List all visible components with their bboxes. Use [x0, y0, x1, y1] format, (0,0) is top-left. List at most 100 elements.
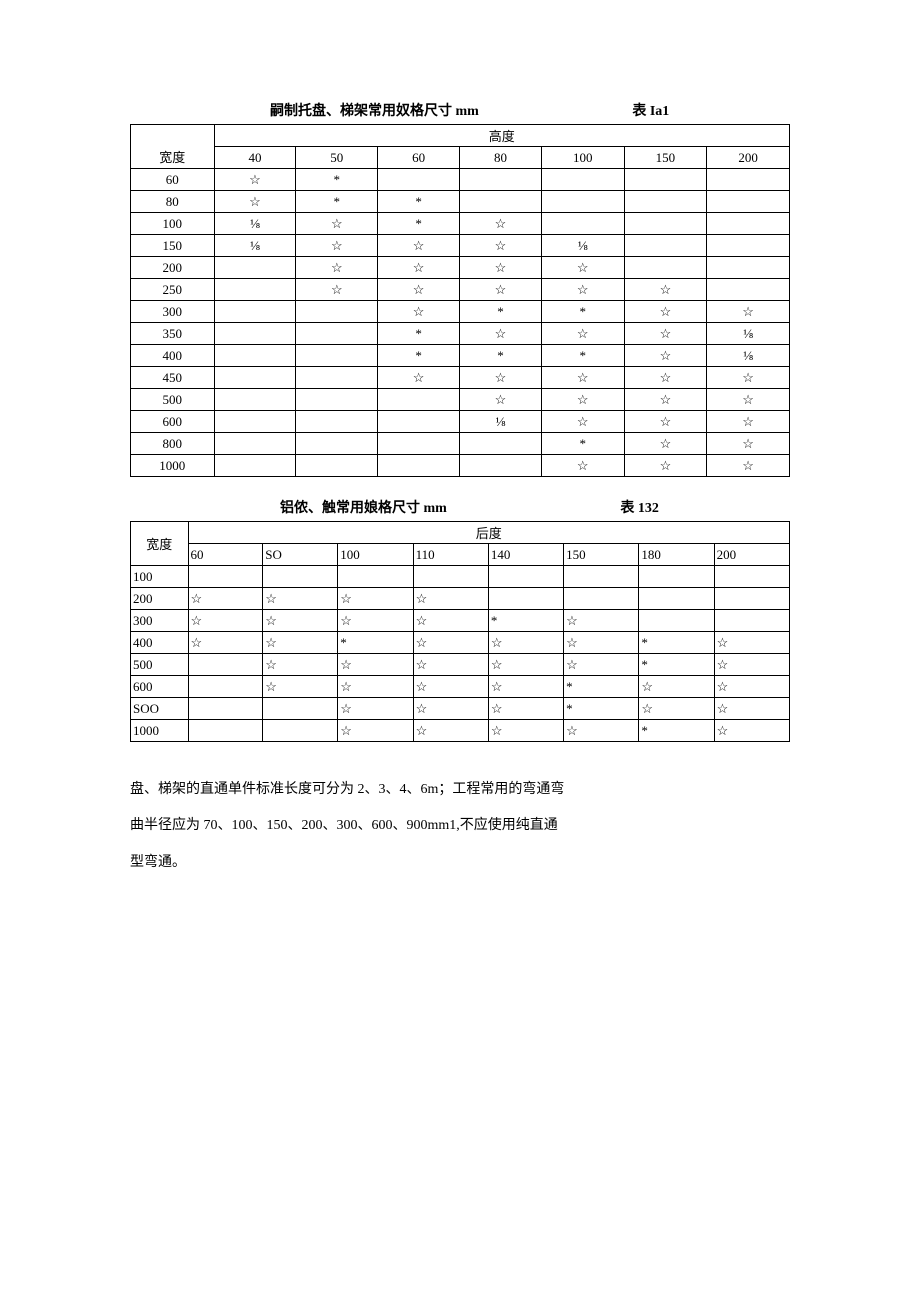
- table1-cell: [707, 279, 790, 301]
- table2-cell: ☆: [338, 676, 413, 698]
- table2-row-header-label: 宽度: [131, 522, 189, 566]
- table1-row-label: 80: [131, 191, 215, 213]
- table1-col-header: 200: [707, 147, 790, 169]
- table1-cell: ☆: [624, 433, 707, 455]
- table1-row-label: 100: [131, 213, 215, 235]
- table2-cell: ☆: [488, 720, 563, 742]
- table1-row-label: 500: [131, 389, 215, 411]
- table-row: 300☆**☆☆: [131, 301, 790, 323]
- table1-cell: ⅛: [707, 323, 790, 345]
- table1-cell: ⅛: [460, 411, 542, 433]
- table2-cell: ☆: [188, 610, 263, 632]
- table2-cell: ☆: [564, 654, 639, 676]
- table-row: 100⅛☆*☆: [131, 213, 790, 235]
- table1-col-header: 80: [460, 147, 542, 169]
- table1-cell: ☆: [707, 389, 790, 411]
- table1-cell: [296, 323, 378, 345]
- table1-cell: [541, 213, 624, 235]
- table1-cell: ☆: [541, 279, 624, 301]
- table1-cell: [378, 455, 460, 477]
- table1-cell: [214, 345, 296, 367]
- table1-cell: ☆: [541, 323, 624, 345]
- table2-cell: ☆: [413, 720, 488, 742]
- table2-cell: ☆: [714, 676, 789, 698]
- table1-cell: ☆: [541, 411, 624, 433]
- table2-row-label: 500: [131, 654, 189, 676]
- table2-cell: [263, 566, 338, 588]
- table1: 宽度 高度 40 50 60 80 100 150 200 60☆*80☆**1…: [130, 124, 790, 477]
- table1-cell: ☆: [214, 191, 296, 213]
- table-row: 150⅛☆☆☆⅛: [131, 235, 790, 257]
- table1-cell: [214, 367, 296, 389]
- table2-cell: ☆: [714, 698, 789, 720]
- table1-cell: [460, 191, 542, 213]
- table1-cell: ☆: [707, 367, 790, 389]
- table1-cell: ☆: [624, 411, 707, 433]
- table1-cell: [378, 411, 460, 433]
- table1-cell: ☆: [460, 235, 542, 257]
- table2-cell: [714, 588, 789, 610]
- table2-cell: [639, 610, 714, 632]
- table2-col-group-label: 后度: [188, 522, 789, 544]
- table2-col-header: 180: [639, 544, 714, 566]
- table1-cell: [214, 433, 296, 455]
- table1-cell: [378, 389, 460, 411]
- table2-cell: ☆: [639, 676, 714, 698]
- table2-row-label: 400: [131, 632, 189, 654]
- table2-cell: [564, 588, 639, 610]
- table1-cell: ☆: [378, 235, 460, 257]
- table2-label: 表 132: [620, 497, 659, 517]
- table1-cell: [541, 191, 624, 213]
- table1-cell: ☆: [378, 279, 460, 301]
- table1-cell: [214, 257, 296, 279]
- table2-cell: *: [639, 720, 714, 742]
- table1-row-label: 400: [131, 345, 215, 367]
- table1-row-label: 800: [131, 433, 215, 455]
- table1-cell: [541, 169, 624, 191]
- table2-col-header: 60: [188, 544, 263, 566]
- table1-cell: [707, 213, 790, 235]
- table1-cell: ☆: [460, 279, 542, 301]
- table1-cell: [214, 411, 296, 433]
- table1-cell: [624, 213, 707, 235]
- table1-cell: [296, 433, 378, 455]
- table-row: 600☆☆☆☆*☆☆: [131, 676, 790, 698]
- table1-cell: ☆: [541, 367, 624, 389]
- table2-title-row: 铝侬、触常用娘格尺寸 mm 表 132: [130, 497, 790, 517]
- table2-cell: [564, 566, 639, 588]
- table2-cell: ☆: [564, 632, 639, 654]
- table1-cell: *: [296, 169, 378, 191]
- table2-cell: [413, 566, 488, 588]
- table1-cell: ☆: [707, 455, 790, 477]
- table1-cell: ⅛: [214, 213, 296, 235]
- table1-cell: ☆: [624, 455, 707, 477]
- table1-cell: ⅛: [214, 235, 296, 257]
- table2-col-header: 150: [564, 544, 639, 566]
- table1-cell: ⅛: [707, 345, 790, 367]
- table2-cell: ☆: [639, 698, 714, 720]
- table2-row-label: 1000: [131, 720, 189, 742]
- table2-cell: *: [338, 632, 413, 654]
- table2-cell: [188, 698, 263, 720]
- paragraph-line: 曲半径应为 70、100、150、200、300、600、900mm1,不应使用…: [130, 808, 790, 844]
- table2-cell: ☆: [488, 632, 563, 654]
- table1-cell: ☆: [460, 389, 542, 411]
- table-row: 400***☆⅛: [131, 345, 790, 367]
- table2-cell: ☆: [263, 588, 338, 610]
- table1-cell: ☆: [296, 257, 378, 279]
- table2-cell: [188, 720, 263, 742]
- table1-cell: [378, 169, 460, 191]
- table1-cell: [214, 301, 296, 323]
- table2-cell: ☆: [488, 676, 563, 698]
- table1-cell: ☆: [460, 323, 542, 345]
- table1-cell: ☆: [460, 213, 542, 235]
- table1-cell: ☆: [541, 389, 624, 411]
- table1-label: 表 Ia1: [632, 100, 669, 120]
- table2-col-header: 140: [488, 544, 563, 566]
- table2-header-row1: 宽度 后度: [131, 522, 790, 544]
- table2-cell: *: [488, 610, 563, 632]
- table1-cell: ☆: [460, 257, 542, 279]
- table2-cell: ☆: [413, 610, 488, 632]
- table-row: 200☆☆☆☆: [131, 588, 790, 610]
- table1-cell: [707, 169, 790, 191]
